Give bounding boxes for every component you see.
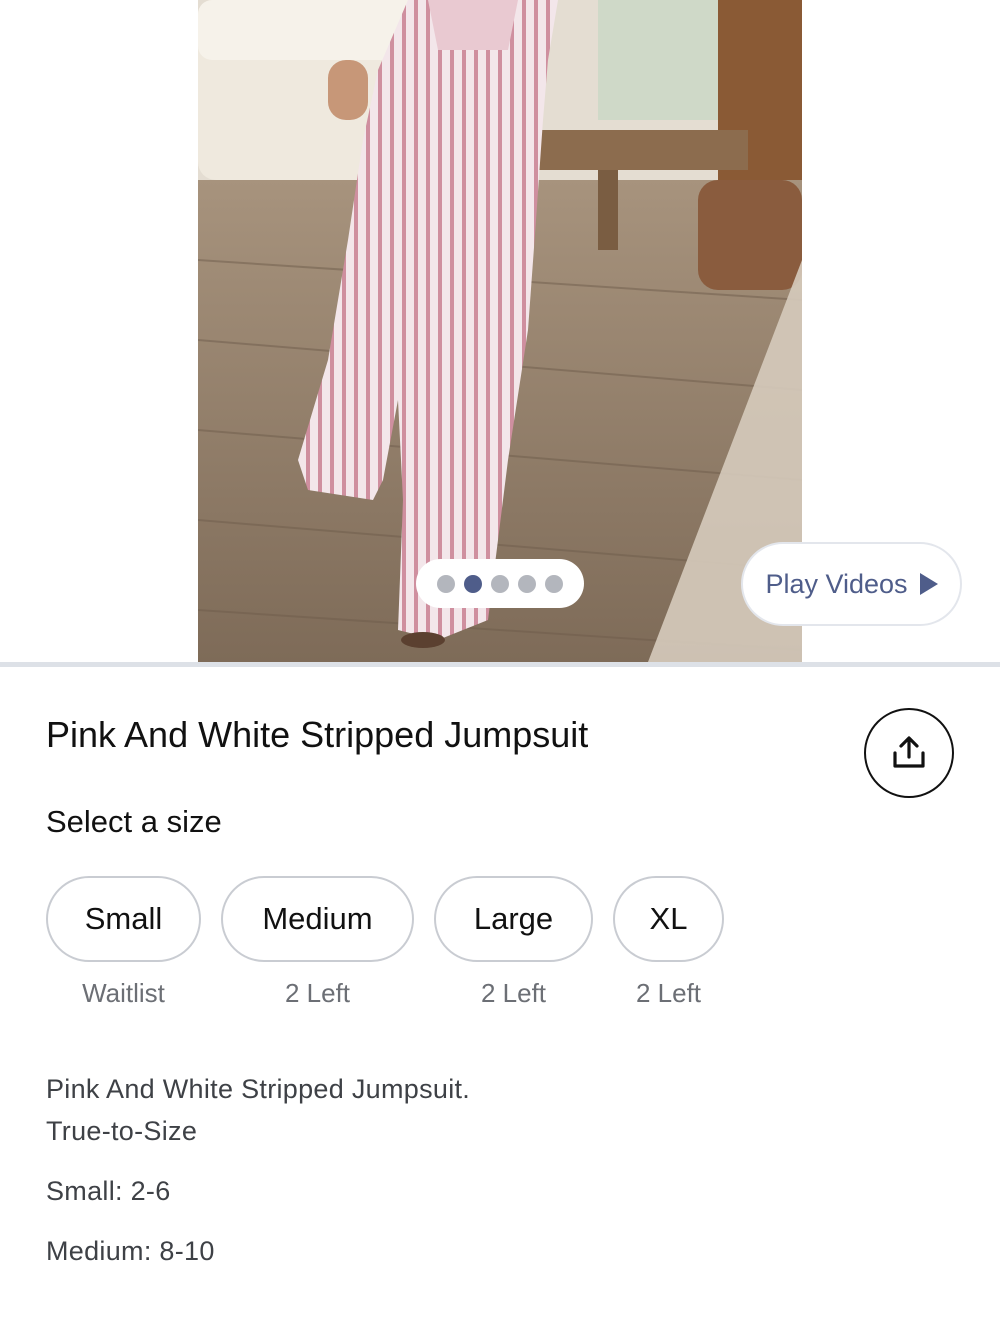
size-option-label: Medium	[262, 901, 373, 936]
size-stock-xl: 2 Left	[635, 978, 702, 1008]
size-option-small[interactable]: Small	[46, 876, 201, 962]
share-icon	[893, 736, 925, 768]
description-line: Medium: 8-10	[46, 1236, 215, 1266]
share-button[interactable]	[864, 708, 954, 798]
select-size-label: Select a size	[46, 804, 222, 839]
size-option-medium[interactable]: Medium	[221, 876, 414, 962]
description-line: Small: 2-6	[46, 1176, 171, 1206]
carousel-indicator[interactable]	[416, 559, 584, 608]
play-videos-button[interactable]: Play Videos	[741, 542, 962, 626]
product-title: Pink And White Stripped Jumpsuit	[46, 714, 589, 755]
size-stock-large: 2 Left	[480, 978, 547, 1008]
carousel-dot-5[interactable]	[545, 574, 563, 593]
size-stock-small: Waitlist	[82, 978, 165, 1008]
section-divider	[0, 662, 1000, 667]
description-line: Pink And White Stripped Jumpsuit.	[46, 1074, 471, 1104]
product-image-gallery[interactable]: Play Videos	[0, 0, 1000, 662]
size-option-label: XL	[649, 901, 688, 936]
carousel-dot-2[interactable]	[464, 574, 482, 593]
size-stock-medium: 2 Left	[284, 978, 351, 1008]
size-option-xl[interactable]: XL	[613, 876, 724, 962]
carousel-dot-4[interactable]	[518, 574, 536, 593]
carousel-dot-1[interactable]	[437, 574, 455, 593]
play-icon	[919, 573, 938, 595]
size-option-large[interactable]: Large	[434, 876, 593, 962]
size-option-label: Small	[84, 901, 163, 936]
play-videos-label: Play Videos	[765, 568, 908, 599]
size-option-label: Large	[473, 901, 554, 936]
description-line: True-to-Size	[46, 1116, 198, 1146]
carousel-dot-3[interactable]	[491, 574, 509, 593]
